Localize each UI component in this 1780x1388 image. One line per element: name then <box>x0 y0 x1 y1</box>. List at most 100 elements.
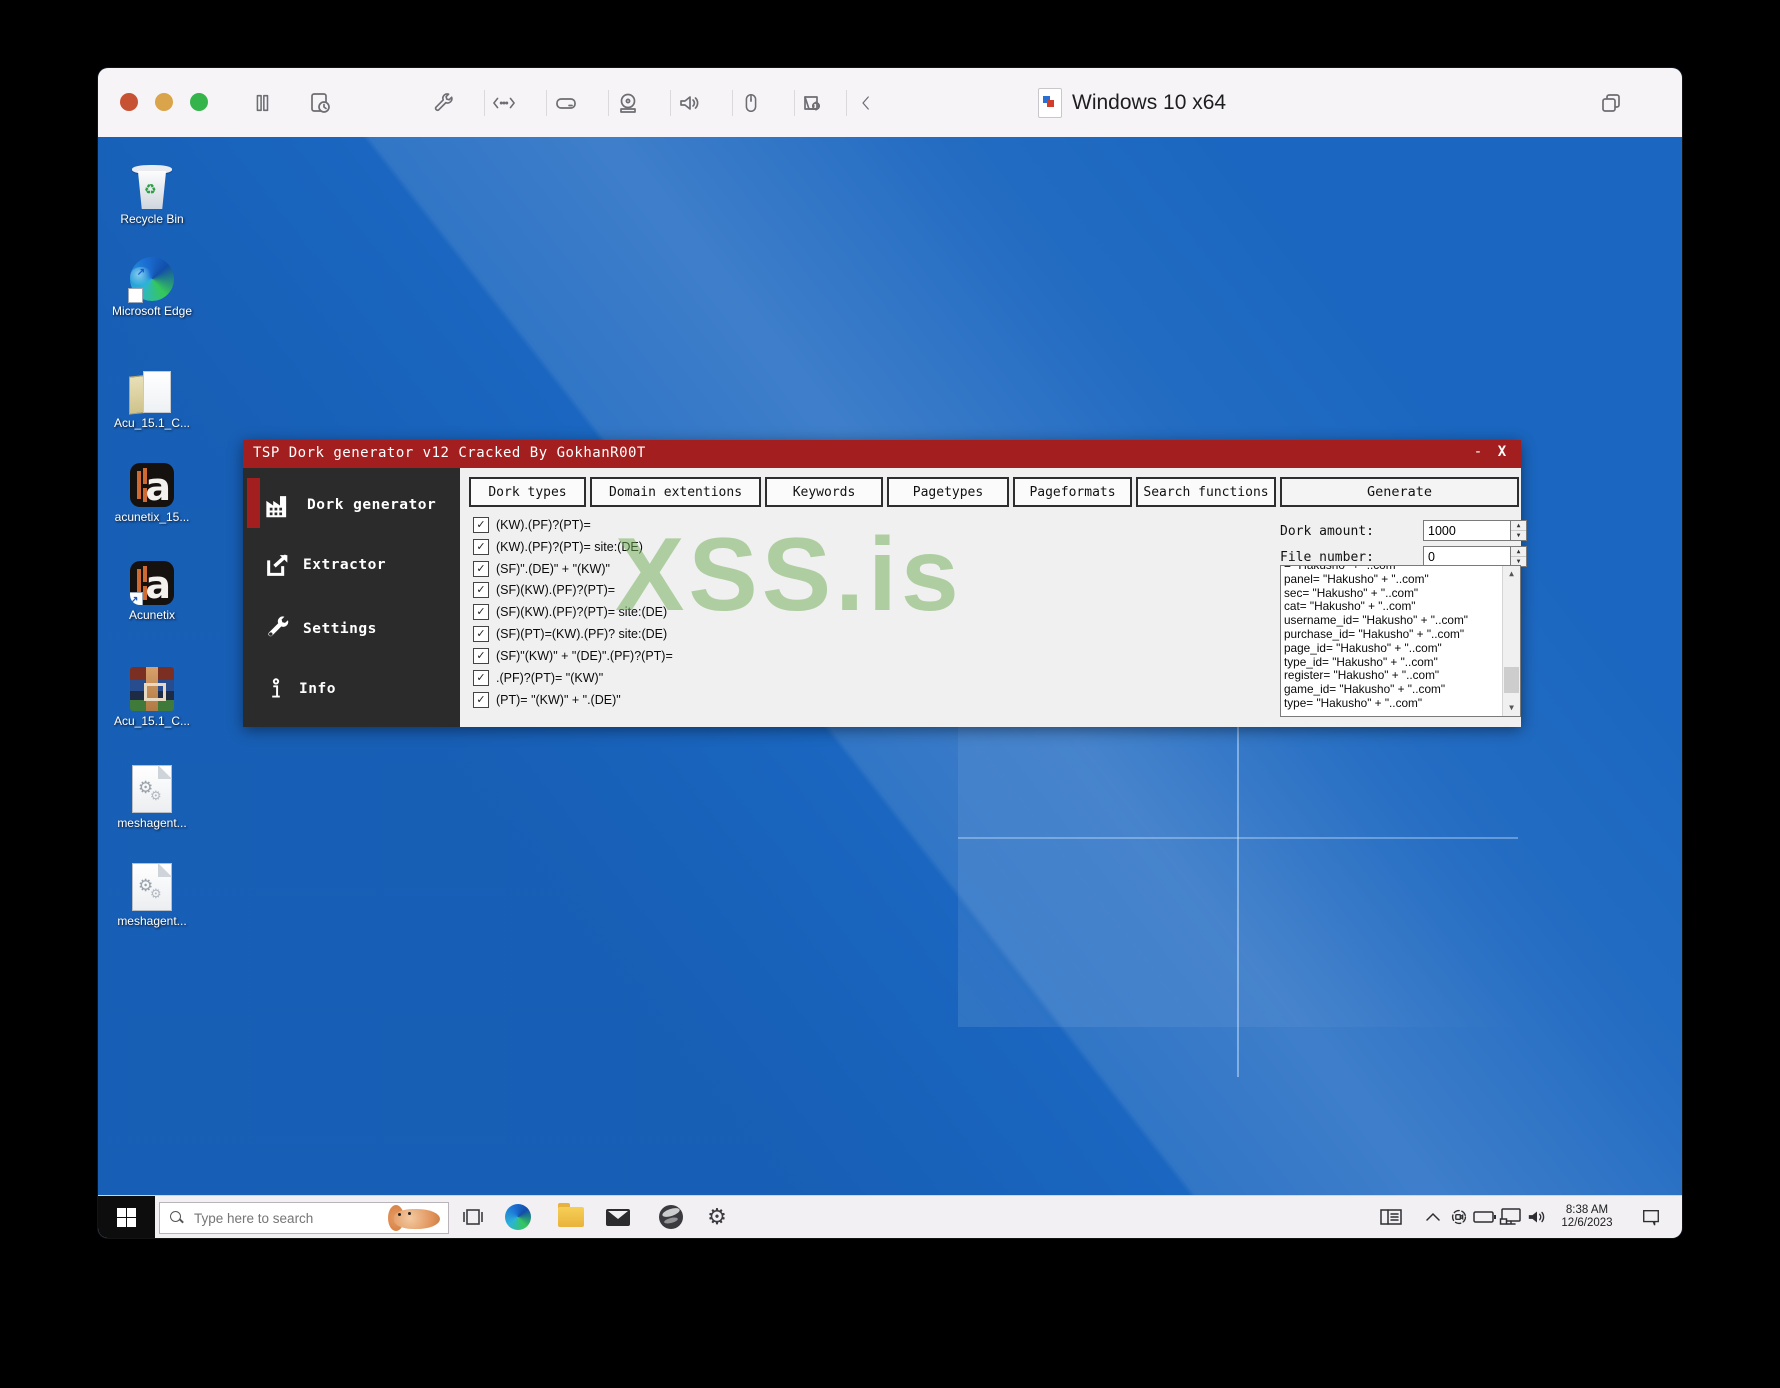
app-main-area: Dork types Domain extentions Keywords Pa… <box>460 468 1527 727</box>
desktop-icon-acu-folder[interactable]: Acu_15.1_C... <box>106 361 198 430</box>
app-minimize-button[interactable]: - <box>1467 444 1489 464</box>
search-highlight-axolotl-image[interactable] <box>388 1201 446 1235</box>
app-body: Dork generator Extractor Settings Info D… <box>243 468 1527 727</box>
pause-vm-icon[interactable] <box>245 86 279 120</box>
network-adapter-icon[interactable] <box>487 86 521 120</box>
pattern-checkbox-row[interactable]: ✓ .(PF)?(PT)= "(KW)" <box>473 670 603 686</box>
spin-down-icon: ▼ <box>1516 532 1521 539</box>
volume-icon[interactable] <box>1524 1204 1550 1230</box>
pattern-checkbox-row[interactable]: ✓ (KW).(PF)?(PT)= <box>473 517 591 533</box>
taskbar-search[interactable] <box>159 1202 449 1234</box>
vm-window: Windows 10 x64 ♻ Recycle Bin Microsoft E… <box>98 68 1682 1238</box>
pattern-checkbox-row[interactable]: ✓ (SF)(KW).(PF)?(PT)= site:(DE) <box>473 604 667 620</box>
taskbar-file-explorer-button[interactable] <box>556 1203 586 1231</box>
sidebar-item-extractor[interactable]: Extractor <box>263 542 386 588</box>
spinner-arrows[interactable]: ▲ ▼ <box>1510 520 1527 541</box>
wrench-toolbar-icon[interactable] <box>426 86 460 120</box>
notification-center-icon[interactable] <box>1638 1204 1664 1230</box>
desktop-icon-acu-rar[interactable]: Acu_15.1_C... <box>106 659 198 728</box>
desktop-icon-meshagent-1[interactable]: ⚙ ⚙ meshagent... <box>106 761 198 830</box>
start-button[interactable] <box>98 1196 155 1238</box>
close-window-button[interactable] <box>120 93 138 111</box>
pattern-checkbox-row[interactable]: ✓ (KW).(PF)?(PT)= site:(DE) <box>473 539 643 555</box>
file-number-spinner: ▲▼ <box>1423 546 1527 567</box>
battery-icon[interactable] <box>1472 1204 1498 1230</box>
screenshot-root: Windows 10 x64 ♻ Recycle Bin Microsoft E… <box>0 0 1780 1388</box>
desktop-icon-recycle-bin[interactable]: ♻ Recycle Bin <box>106 157 198 226</box>
search-input[interactable] <box>192 1209 388 1227</box>
scroll-down-icon[interactable]: ▼ <box>1503 700 1520 716</box>
search-icon <box>170 1211 184 1225</box>
spinner-arrows[interactable]: ▲ ▼ <box>1510 546 1527 567</box>
checkbox-checked-icon[interactable]: ✓ <box>473 561 489 577</box>
desktop-icon-meshagent-2[interactable]: ⚙ ⚙ meshagent... <box>106 859 198 928</box>
tab-search-functions[interactable]: Search functions <box>1136 477 1276 507</box>
tab-domain-extentions[interactable]: Domain extentions <box>590 477 761 507</box>
cdrom-icon[interactable] <box>611 86 645 120</box>
pattern-checkbox-row[interactable]: ✓ (SF)"(KW)" + "(DE)".(PF)?(PT)= <box>473 648 673 664</box>
task-view-button[interactable] <box>458 1203 488 1231</box>
checkbox-checked-icon[interactable]: ✓ <box>473 692 489 708</box>
sidebar-item-dork-generator[interactable]: Dork generator <box>263 482 436 528</box>
sidebar-item-info[interactable]: Info <box>263 666 336 712</box>
news-feeds-icon[interactable] <box>1378 1204 1404 1230</box>
zoom-window-button[interactable] <box>190 93 208 111</box>
pattern-checkbox-row[interactable]: ✓ (SF)(PT)=(KW).(PF)? site:(DE) <box>473 626 667 642</box>
tab-pageformats[interactable]: Pageformats <box>1013 477 1132 507</box>
tray-chevron-up-icon[interactable] <box>1420 1204 1446 1230</box>
pattern-checkbox-row[interactable]: ✓ (SF)(KW).(PF)?(PT)= <box>473 582 615 598</box>
info-icon <box>272 678 280 698</box>
desktop-icon-microsoft-edge[interactable]: Microsoft Edge <box>106 249 198 318</box>
results-scrollbar[interactable]: ▲ ▼ <box>1502 566 1520 716</box>
checkbox-checked-icon[interactable]: ✓ <box>473 604 489 620</box>
tab-dork-types[interactable]: Dork types <box>469 477 586 507</box>
edge-icon <box>505 1204 531 1230</box>
usb-settings-icon[interactable] <box>796 86 830 120</box>
system-tray: 8:38 AM 12/6/2023 <box>1378 1196 1664 1238</box>
taskbar-clock[interactable]: 8:38 AM 12/6/2023 <box>1550 1204 1624 1230</box>
taskbar-settings-button[interactable]: ⚙ <box>702 1203 732 1231</box>
tab-keywords[interactable]: Keywords <box>765 477 883 507</box>
app-titlebar[interactable]: TSP Dork generator v12 Cracked By Gokhan… <box>243 440 1521 468</box>
windows-taskbar: ⚙ <box>98 1195 1682 1238</box>
results-lines: = "Hakusho" + "..com" panel= "Hakusho" +… <box>1284 566 1502 711</box>
desktop-icon-acunetix-installer[interactable]: a acunetix_15... <box>106 455 198 524</box>
tab-pagetypes[interactable]: Pagetypes <box>887 477 1009 507</box>
checkbox-checked-icon[interactable]: ✓ <box>473 582 489 598</box>
pattern-checkbox-row[interactable]: ✓ (PT)= "(KW)" + ".(DE)" <box>473 692 621 708</box>
result-line: username_id= "Hakusho" + "..com" <box>1284 613 1468 628</box>
checkbox-checked-icon[interactable]: ✓ <box>473 670 489 686</box>
results-listbox[interactable]: = "Hakusho" + "..com" panel= "Hakusho" +… <box>1280 565 1521 717</box>
gears-file-icon: ⚙ ⚙ <box>132 765 172 813</box>
dork-generator-window: TSP Dork generator v12 Cracked By Gokhan… <box>243 440 1527 727</box>
checkbox-checked-icon[interactable]: ✓ <box>473 626 489 642</box>
checkbox-checked-icon[interactable]: ✓ <box>473 539 489 555</box>
result-line: page_id= "Hakusho" + "..com" <box>1284 640 1442 655</box>
taskbar-edge-button[interactable] <box>503 1203 533 1231</box>
toolbar-separator <box>484 90 485 116</box>
checkbox-checked-icon[interactable]: ✓ <box>473 517 489 533</box>
sidebar-item-settings[interactable]: Settings <box>263 606 377 652</box>
desktop-icon-acunetix-shortcut[interactable]: a Acunetix <box>106 553 198 622</box>
network-icon[interactable] <box>1498 1204 1524 1230</box>
scroll-up-icon[interactable]: ▲ <box>1503 566 1520 582</box>
minimize-window-button[interactable] <box>155 93 173 111</box>
taskbar-mail-button[interactable] <box>603 1203 633 1231</box>
wallpaper-pane-line <box>958 837 1518 839</box>
edge-icon <box>128 257 174 303</box>
sound-toolbar-icon[interactable] <box>672 86 706 120</box>
file-number-input[interactable] <box>1423 546 1513 567</box>
dork-amount-input[interactable] <box>1423 520 1513 541</box>
collapse-toolbar-icon[interactable] <box>849 86 883 120</box>
taskbar-browser-button[interactable] <box>656 1203 686 1231</box>
show-all-windows-icon[interactable] <box>1594 86 1628 120</box>
scrollbar-thumb[interactable] <box>1504 667 1519 693</box>
checkbox-checked-icon[interactable]: ✓ <box>473 648 489 664</box>
generate-button[interactable]: Generate <box>1280 477 1519 507</box>
app-close-button[interactable]: X <box>1491 444 1513 464</box>
mouse-icon[interactable] <box>734 86 768 120</box>
snapshot-icon[interactable] <box>303 86 337 120</box>
harddisk-icon[interactable] <box>549 86 583 120</box>
pattern-checkbox-row[interactable]: ✓ (SF)".(DE)" + "(KW)" <box>473 561 610 577</box>
meet-now-icon[interactable] <box>1446 1204 1472 1230</box>
